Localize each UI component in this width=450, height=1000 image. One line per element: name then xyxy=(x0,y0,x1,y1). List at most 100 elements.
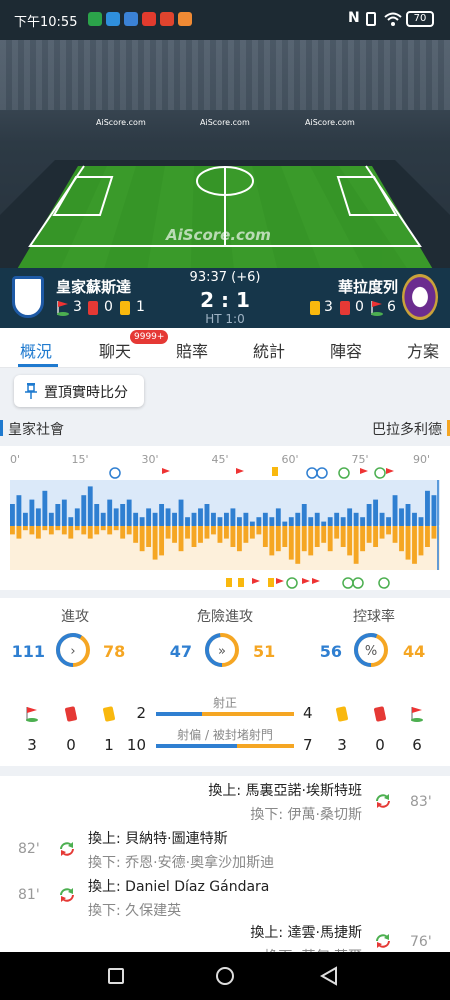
match-score: 2 : 1 xyxy=(200,288,250,312)
away-momentum-bar xyxy=(425,526,430,547)
dangerous-attack-ring: » xyxy=(205,633,239,667)
away-momentum-bar xyxy=(418,526,424,556)
away-momentum-bar xyxy=(224,526,229,539)
yellow-card-icon xyxy=(335,706,349,722)
home-momentum-bar xyxy=(126,499,132,526)
list-item[interactable]: 換上: 達雲·馬捷斯 換下: 莫匈·莫爾 xyxy=(250,922,362,954)
away-momentum-bar xyxy=(211,526,216,535)
timeline-tick-label: 90' xyxy=(413,453,430,466)
away-momentum-bar xyxy=(146,526,152,547)
substitution-icon xyxy=(352,577,364,589)
home-momentum-bar xyxy=(211,512,216,526)
tab-stats[interactable]: 統計 xyxy=(253,338,285,362)
away-momentum-bar xyxy=(321,526,327,543)
list-item[interactable]: 換上: Daniel Díaz Gándara 換下: 久保建英 xyxy=(88,876,269,920)
red-card-icon xyxy=(340,301,350,315)
substitution-icon xyxy=(376,794,390,808)
home-momentum-bar xyxy=(113,508,119,526)
home-momentum-bar xyxy=(35,508,41,526)
event-minute: 81' xyxy=(18,887,40,903)
tab-odds[interactable]: 賠率 xyxy=(176,338,208,362)
home-momentum-bar xyxy=(301,504,307,526)
corner-flag-icon xyxy=(162,468,170,474)
timeline-tick-label: 60' xyxy=(281,453,298,466)
notification-icon xyxy=(178,12,192,26)
momentum-chart: 0' 15' 30' 45' 60' 75' 90' xyxy=(10,453,440,589)
stat-home-possession: 56 xyxy=(319,642,342,661)
away-momentum-bar xyxy=(133,526,139,543)
battery-icon: 70 xyxy=(406,11,434,27)
away-momentum-bar xyxy=(431,526,437,539)
event-minute: 83' xyxy=(410,794,432,810)
list-item[interactable]: 換上: 馬裏亞諾·埃斯特班 換下: 伊萬·桑切斯 xyxy=(208,780,362,824)
ad-board-text: AiScore.com xyxy=(305,118,355,127)
home-button[interactable] xyxy=(216,967,234,985)
home-momentum-bar xyxy=(230,508,236,526)
tab-lineup[interactable]: 陣容 xyxy=(330,338,362,362)
home-momentum-bar xyxy=(412,512,417,526)
tab-chat[interactable]: 聊天 xyxy=(99,338,131,362)
away-momentum-bar xyxy=(308,526,314,556)
away-momentum-bar xyxy=(100,526,106,531)
stat-home-off-target: 10 xyxy=(126,736,146,754)
away-momentum-bar xyxy=(68,526,74,539)
away-momentum-bar xyxy=(172,526,177,543)
back-button[interactable] xyxy=(320,966,338,986)
home-momentum-bar xyxy=(295,512,301,526)
stat-away-red: 0 xyxy=(375,736,385,754)
home-momentum-bar xyxy=(217,517,223,526)
tab-plans[interactable]: 方案 xyxy=(407,338,439,362)
recent-apps-button[interactable] xyxy=(108,968,124,984)
away-momentum-bar xyxy=(366,526,372,543)
away-momentum-bar xyxy=(61,526,67,535)
stat-away-attack: 78 xyxy=(103,642,126,661)
home-momentum-bar xyxy=(120,504,126,526)
away-corners: 6 xyxy=(387,299,396,315)
list-item[interactable]: 換上: 貝納特·圖連特斯 換下: 乔恩·安德·奧拿沙加斯迪 xyxy=(88,828,274,872)
away-momentum-bar xyxy=(74,526,80,531)
away-momentum-bar xyxy=(126,526,132,535)
away-team-name[interactable]: 華拉度列 xyxy=(338,276,398,297)
home-momentum-bar xyxy=(431,495,437,526)
away-momentum-bar xyxy=(55,526,61,531)
tab-overview[interactable]: 概況 xyxy=(20,338,52,362)
svg-text:›: › xyxy=(70,644,75,659)
home-momentum-bar xyxy=(94,504,100,526)
home-momentum-bar xyxy=(55,504,61,526)
away-momentum-bar xyxy=(386,526,391,535)
home-momentum-bar xyxy=(373,499,379,526)
away-momentum-bar xyxy=(198,526,203,543)
home-momentum-bar xyxy=(178,499,184,526)
home-momentum-bar xyxy=(22,512,28,526)
away-momentum-bar xyxy=(185,526,190,539)
away-momentum-bar xyxy=(48,526,54,535)
home-momentum-bar xyxy=(282,521,288,526)
yellow-card-icon xyxy=(272,467,278,476)
away-momentum-bar xyxy=(327,526,333,552)
home-momentum-bar xyxy=(224,512,229,526)
away-momentum-bar xyxy=(139,526,145,552)
away-momentum-bar xyxy=(113,526,119,531)
sub-out-player: 換下: 乔恩·安德·奧拿沙加斯迪 xyxy=(88,855,275,871)
stat-away-dangerous: 51 xyxy=(253,642,276,661)
goal-icon xyxy=(316,467,328,479)
pin-button-label: 置頂實時比分 xyxy=(44,385,128,401)
stat-away-on-target: 4 xyxy=(303,704,313,722)
away-momentum-bar xyxy=(379,526,385,539)
pin-live-score-button[interactable]: 置頂實時比分 xyxy=(14,375,144,407)
home-momentum-bar xyxy=(275,508,281,526)
away-momentum-bar xyxy=(282,526,288,547)
sub-in-player: 換上: 貝納特·圖連特斯 xyxy=(88,831,228,847)
home-momentum-bar xyxy=(243,512,249,526)
away-momentum-bar xyxy=(373,526,379,547)
red-card-icon xyxy=(64,706,78,722)
sub-in-player: 換上: 馬裏亞諾·埃斯特班 xyxy=(208,783,362,799)
home-momentum-bar xyxy=(87,486,93,526)
home-momentum-bar xyxy=(146,508,152,526)
sub-in-player: 換上: 達雲·馬捷斯 xyxy=(250,925,362,941)
ad-board-text: AiScore.com xyxy=(96,118,146,127)
stat-home-attack: 111 xyxy=(11,642,45,661)
corner-flag-icon xyxy=(26,707,38,722)
home-team-name[interactable]: 皇家蘇斯達 xyxy=(56,276,131,297)
red-card-icon xyxy=(373,706,387,722)
